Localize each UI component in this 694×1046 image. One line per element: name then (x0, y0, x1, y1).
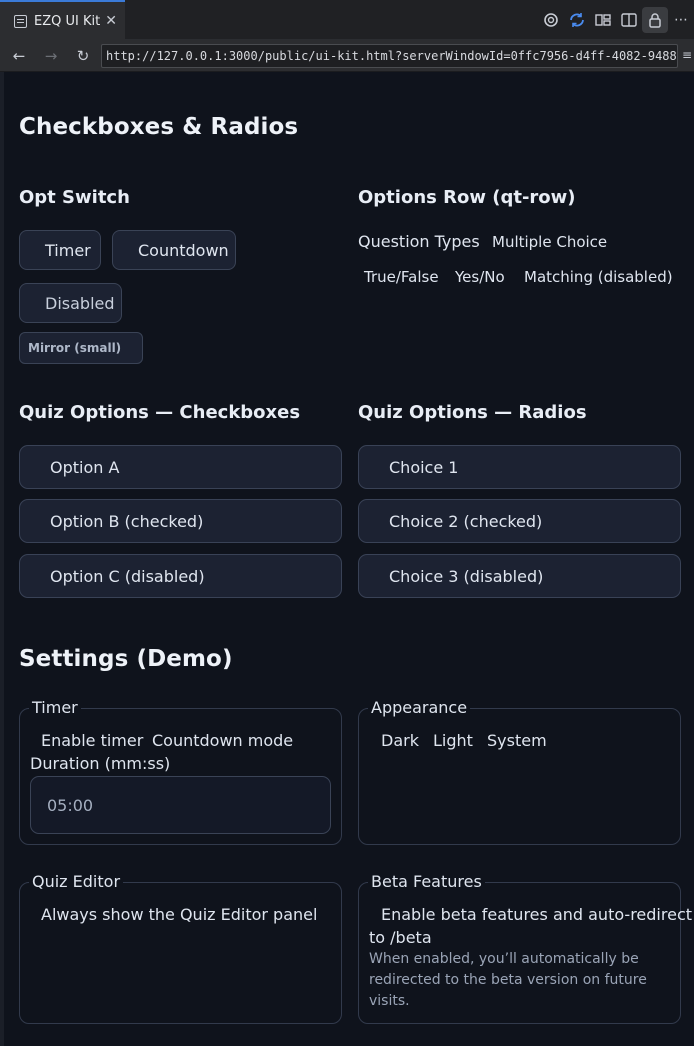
timer-legend: Timer (29, 698, 81, 717)
quiz-editor-legend: Quiz Editor (29, 872, 124, 891)
theme-system-option[interactable]: System (487, 731, 547, 750)
forward-arrow-icon[interactable]: → (40, 46, 62, 66)
url-input[interactable]: http://127.0.0.1:3000/public/ui-kit.html… (101, 44, 678, 68)
checkbox-option-b-label: Option B (checked) (50, 511, 204, 531)
options-row-heading: Options Row (qt-row) (358, 187, 576, 208)
countdown-switch[interactable]: Countdown (112, 230, 236, 270)
enable-beta-option-cont[interactable]: to /beta (369, 928, 432, 947)
duration-value: 05:00 (47, 795, 94, 815)
qt-matching-disabled[interactable]: Matching (disabled) (524, 268, 673, 286)
radio-choice-2-label: Choice 2 (checked) (389, 511, 543, 531)
checkbox-option-b[interactable]: Option B (checked) (19, 499, 342, 543)
toolbar-icons: ⋯ (538, 0, 694, 40)
checkbox-option-c-label: Option C (disabled) (50, 566, 205, 586)
beta-features-legend: Beta Features (368, 872, 485, 891)
theme-dark-option[interactable]: Dark (381, 731, 419, 750)
duration-input[interactable]: 05:00 (30, 776, 331, 834)
radio-choice-1[interactable]: Choice 1 (358, 445, 681, 489)
question-types-label: Question Types (358, 232, 480, 251)
more-icon[interactable]: ⋯ (668, 7, 694, 33)
appearance-legend: Appearance (368, 698, 471, 717)
page-content: Checkboxes & Radios Opt Switch Timer Cou… (4, 72, 694, 1046)
theme-light-option[interactable]: Light (433, 731, 473, 750)
settings-title: Settings (Demo) (19, 646, 233, 672)
quiz-radios-heading: Quiz Options — Radios (358, 402, 587, 423)
radio-choice-1-label: Choice 1 (389, 457, 459, 477)
address-bar: ← → ↻ http://127.0.0.1:3000/public/ui-ki… (0, 40, 694, 72)
browser-tab-bar: EZQ UI Kit ✕ ⋯ (0, 0, 694, 40)
qt-true-false[interactable]: True/False (364, 268, 439, 286)
enable-beta-option[interactable]: Enable beta features and auto-redirect (381, 905, 692, 924)
back-arrow-icon[interactable]: ← (8, 46, 30, 66)
reload-icon[interactable]: ↻ (72, 46, 94, 66)
qt-multiple-choice[interactable]: Multiple Choice (492, 233, 607, 251)
tab-title: EZQ UI Kit (34, 13, 101, 29)
disabled-switch-label: Disabled (45, 293, 115, 313)
split-view-icon[interactable] (616, 7, 642, 33)
appearance-fieldset: Appearance Dark Light System (358, 698, 681, 845)
opt-switch-heading: Opt Switch (19, 187, 130, 208)
close-tab-icon[interactable]: ✕ (105, 13, 117, 29)
checkbox-option-a[interactable]: Option A (19, 445, 342, 489)
disabled-switch[interactable]: Disabled (19, 283, 122, 323)
timer-switch[interactable]: Timer (19, 230, 101, 270)
quiz-editor-fieldset: Quiz Editor Always show the Quiz Editor … (19, 872, 342, 1024)
page-title: Checkboxes & Radios (19, 114, 299, 140)
browser-tab[interactable]: EZQ UI Kit ✕ (0, 0, 125, 40)
quiz-checkboxes-heading: Quiz Options — Checkboxes (19, 402, 301, 423)
duration-label: Duration (mm:ss) (30, 754, 171, 773)
checkbox-option-a-label: Option A (50, 457, 120, 477)
beta-features-fieldset: Beta Features Enable beta features and a… (358, 872, 692, 1024)
page-favicon-icon (14, 14, 27, 28)
radio-choice-3[interactable]: Choice 3 (disabled) (358, 554, 681, 598)
beta-hint-text: When enabled, you’ll automatically be re… (369, 951, 647, 1009)
countdown-switch-label: Countdown (138, 240, 229, 260)
openai-icon[interactable] (538, 7, 564, 33)
always-show-editor-option[interactable]: Always show the Quiz Editor panel (41, 905, 317, 924)
radio-choice-3-label: Choice 3 (disabled) (389, 566, 544, 586)
mirror-small-label: Mirror (small) (28, 341, 122, 355)
mirror-small-switch[interactable]: Mirror (small) (19, 332, 143, 364)
tab-groups-icon[interactable] (590, 7, 616, 33)
checkbox-option-c[interactable]: Option C (disabled) (19, 554, 342, 598)
radio-choice-2[interactable]: Choice 2 (checked) (358, 499, 681, 543)
countdown-mode-option[interactable]: Countdown mode (152, 731, 293, 750)
timer-switch-label: Timer (45, 240, 91, 260)
menu-icon[interactable]: ≡ (682, 48, 694, 64)
enable-timer-option[interactable]: Enable timer (41, 731, 143, 750)
qt-yes-no[interactable]: Yes/No (455, 268, 505, 286)
sync-icon[interactable] (564, 7, 590, 33)
lock-icon[interactable] (642, 7, 668, 33)
timer-fieldset: Timer Enable timer Countdown mode Durati… (19, 698, 342, 845)
